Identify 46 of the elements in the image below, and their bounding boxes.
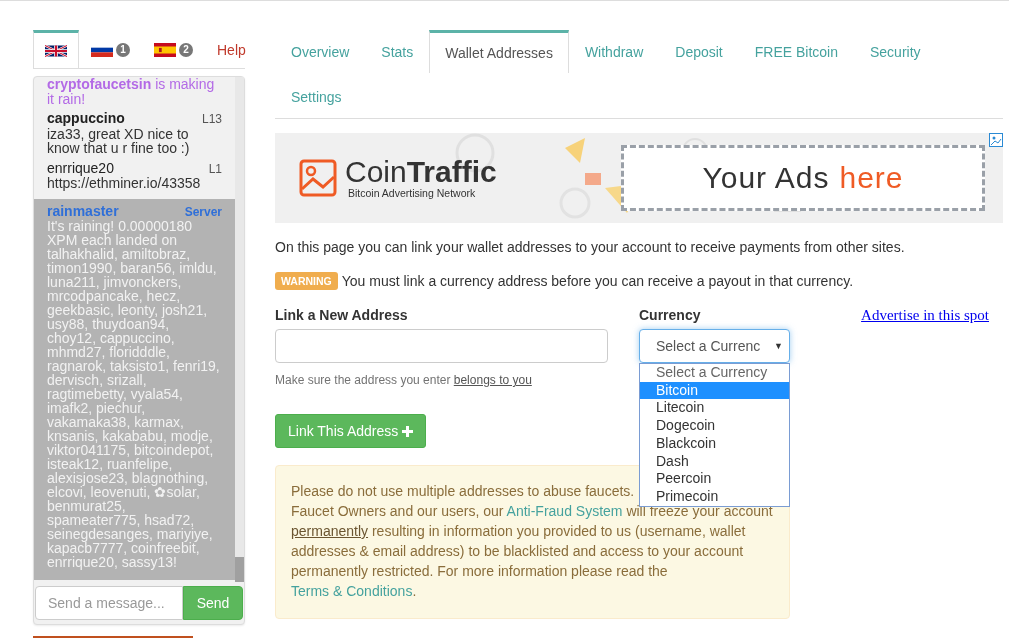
ad-banner[interactable]: CoinTraffic Bitcoin Advertising Network Your Ads here [275, 133, 1003, 223]
warning-label: WARNING [275, 272, 338, 290]
dropdown-option[interactable]: Peercoin [640, 470, 789, 488]
user-level: L13 [201, 112, 222, 127]
spain-flag-icon [154, 42, 176, 57]
dropdown-option[interactable]: Dogecoin [640, 417, 789, 435]
image-icon [989, 133, 1003, 147]
message-text: https://ethminer.io/43358 [47, 176, 202, 191]
message-text: iza33, great XD nice to know that u r fine too :) [47, 126, 191, 156]
message-input[interactable]: Send a message... [35, 586, 183, 620]
brand-logo-text: CoinTraffic [345, 157, 497, 187]
image-icon [299, 159, 337, 197]
dropdown-option[interactable]: Primecoin [640, 487, 789, 506]
server-label: Server [184, 204, 222, 219]
dropdown-option[interactable]: Litecoin [640, 399, 789, 418]
scrollbar[interactable] [235, 77, 244, 582]
rain-message: cryptofaucetsin is making it rain! [46, 77, 216, 109]
address-input[interactable] [275, 329, 608, 363]
notice-text: Please do not use multiple addresses to abuse faucets. [291, 482, 635, 501]
username[interactable]: enrrique20 [47, 160, 114, 175]
ad-highlight: here [839, 161, 904, 195]
count-badge: 1 [116, 42, 130, 57]
help-text: Make sure the address you enter belongs to you [275, 373, 533, 387]
uk-flag-icon [45, 43, 67, 58]
notice-link[interactable]: Anti-Fraud System [506, 503, 623, 519]
field-label: Link a New Address [275, 307, 409, 323]
message-text: It's raining! 0.00000180 XPM each landed on talhakhalid, amiltobraz, timon1990, baran56, imldu, luna211, jimvonckers, mrcodpancake, hecz, geekbasic, leonty, josh21, usy88, thuydoan94, choy12, cappuccino, mhmd27, floridddle, ragnarok, taksisto1, fenri19, dervisch, srizall, ragtimebetty, vyala54, imafk2, piechur, vakamaka38, karmax, knsanis, kakababu, modje, viktor041175, bitcoindepot, isteak12, ruanfelipe, alexisjose23, blagnothing, elcovi, leovenuti, ✿solar, benmurat25, spameater775, hsad72, seinegdesanges, mariyiye, kapacb7777, coinfreebit, enrrique20, sassy13! [47, 218, 221, 569]
count-badge: 2 [179, 42, 193, 57]
dropdown-option[interactable]: Dash [640, 452, 789, 471]
advertise-link[interactable]: Advertise in this spot [861, 307, 989, 387]
warning-text: You must link a currency address before you can receive a payout in that currency. [341, 273, 854, 289]
language-tab[interactable] [33, 30, 79, 68]
dropdown-option[interactable]: Select a Currency [640, 364, 789, 382]
currency-select[interactable]: Select a Currenc ▼ [639, 329, 790, 363]
plus-icon [402, 425, 414, 437]
user-level: L1 [208, 161, 222, 176]
field-label: Currency [639, 307, 702, 323]
dropdown-option[interactable]: Bitcoin [640, 381, 789, 400]
help-link[interactable]: belongs to you [453, 373, 532, 387]
brand-tagline: Bitcoin Advertising Network [348, 187, 477, 199]
nav-tab[interactable]: Wallet Addresses [429, 30, 569, 73]
ad-text: Your Ads [702, 161, 830, 195]
intro-text: On this page you can link your wallet addresses to your account to receive payments from other sites. [275, 239, 906, 255]
caret-icon: ▼ [774, 341, 783, 351]
username[interactable]: cappuccino [47, 111, 125, 126]
dropdown-option[interactable]: Blackcoin [640, 434, 789, 453]
